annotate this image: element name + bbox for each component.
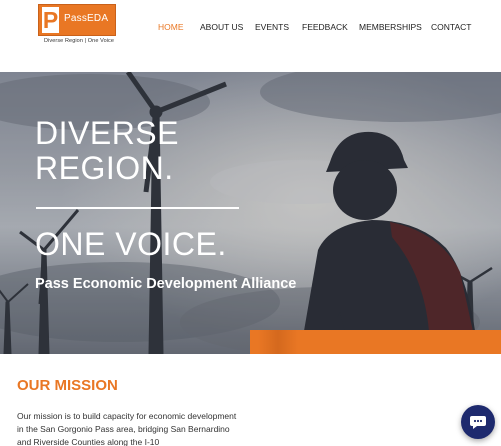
hero-subheading: ONE VOICE.: [35, 226, 227, 262]
nav-about-us[interactable]: ABOUT US: [200, 21, 243, 33]
mission-text: Our mission is to build capacity for eco…: [17, 411, 237, 446]
logo-box: P PassEDA: [38, 4, 116, 36]
logo-name: PassEDA: [64, 13, 109, 24]
mission-section: OUR MISSION Our mission is to build capa…: [0, 354, 501, 446]
hero-tagline: Pass Economic Development Alliance: [35, 276, 297, 292]
nav-feedback[interactable]: FEEDBACK: [302, 21, 348, 33]
logo-tagline: Diverse Region | One Voice: [44, 38, 115, 44]
nav-contact[interactable]: CONTACT: [431, 21, 471, 33]
chat-bubble-icon: [470, 416, 486, 429]
hero-banner: DIVERSE REGION. ONE VOICE. Pass Economic…: [0, 72, 501, 354]
site-header: P PassEDA Diverse Region | One Voice HOM…: [0, 0, 501, 72]
mission-title: OUR MISSION: [17, 377, 118, 394]
nav-home[interactable]: HOME: [158, 21, 184, 33]
passeda-logo[interactable]: P PassEDA Diverse Region | One Voice: [38, 4, 119, 45]
hero-heading-line2: REGION.: [35, 150, 174, 186]
nav-memberships[interactable]: MEMBERSHIPS: [359, 21, 422, 33]
hero-heading-line1: DIVERSE: [35, 115, 179, 151]
chat-button[interactable]: [461, 405, 495, 439]
nav-events[interactable]: EVENTS: [255, 21, 289, 33]
hero-heading: DIVERSE REGION.: [35, 116, 179, 186]
hero-divider: [36, 207, 239, 209]
logo-letter: P: [42, 7, 59, 33]
